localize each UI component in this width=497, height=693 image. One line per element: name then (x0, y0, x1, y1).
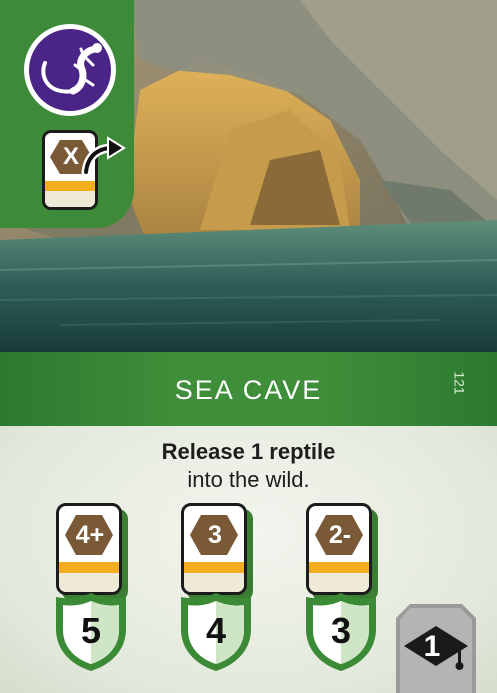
requirement-value: 4+ (75, 521, 105, 549)
requirement-card: 2- (306, 503, 372, 595)
card-number: 121 (451, 371, 468, 395)
card-stripe (59, 562, 119, 573)
effect-text: Release 1 reptile into the wild. (0, 438, 497, 494)
reptile-icon (24, 24, 116, 116)
reward-tier-3: 2- 3 (306, 503, 386, 673)
card-stripe (309, 562, 369, 573)
reward-value: 3 (330, 610, 352, 651)
requirement-value: 3 (208, 521, 222, 549)
conservation-card[interactable]: X SEA CAVE 121 Release 1 reptile into th… (0, 0, 497, 693)
card-title: SEA CAVE (174, 375, 323, 405)
effect-line-2: into the wild. (187, 467, 310, 492)
card-stripe (45, 181, 95, 191)
effect-line-1: Release 1 reptile (161, 439, 336, 464)
requirement-card: 4+ (56, 503, 122, 595)
card-base (45, 191, 95, 207)
requirement-value: 2- (328, 521, 352, 549)
bonus-value: 1 (423, 630, 441, 663)
reward-tier-1: 4+ 5 (56, 503, 136, 673)
release-arrow-icon (81, 136, 126, 176)
requirement-card: 3 (181, 503, 247, 595)
reward-tier-2: 3 4 (181, 503, 261, 673)
reward-value: 4 (205, 610, 227, 651)
title-band: SEA CAVE (0, 352, 497, 426)
card-stripe (184, 562, 244, 573)
reward-value: 5 (80, 610, 102, 651)
